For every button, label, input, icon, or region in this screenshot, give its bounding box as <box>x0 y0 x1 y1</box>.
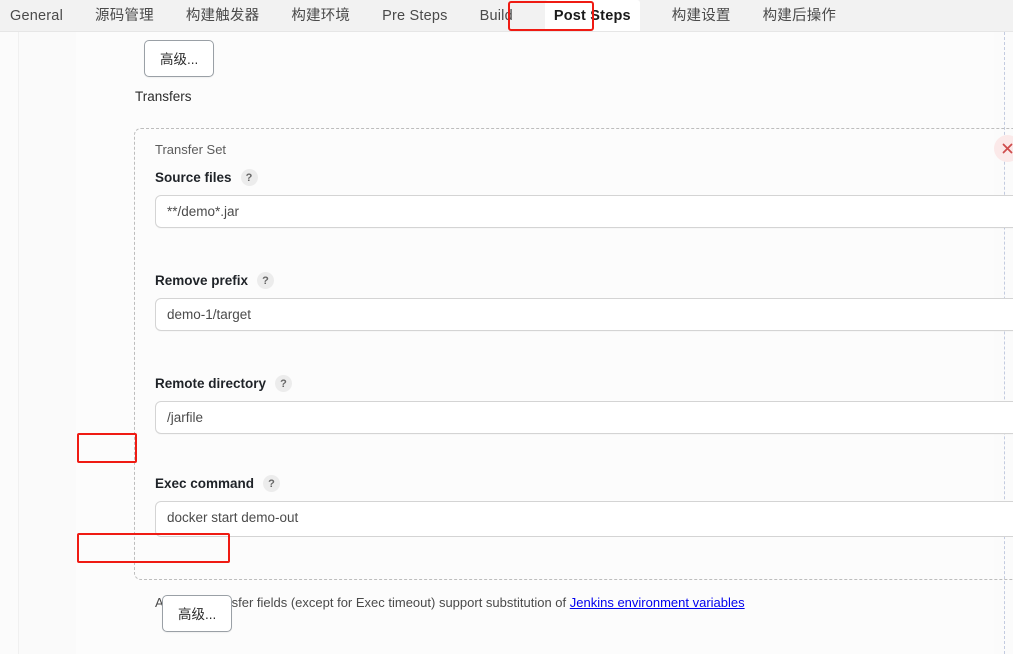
help-icon[interactable]: ? <box>275 375 293 392</box>
advanced-button-bottom[interactable]: 高级... <box>162 595 233 632</box>
field-remote-directory: Remote directory ? <box>155 375 1013 434</box>
field-label-text: Source files <box>155 170 232 185</box>
field-label-exec-command: Exec command ? <box>155 475 1013 492</box>
tab-general[interactable]: General <box>10 0 63 32</box>
help-icon[interactable]: ? <box>240 169 258 186</box>
page-body: 高级... Transfers Transfer Set Source file… <box>0 32 1013 654</box>
transfer-set-title: Transfer Set <box>155 142 227 157</box>
transfer-fields-note: All of the transfer fields (except for E… <box>155 595 745 610</box>
tab-source-management[interactable]: 源码管理 <box>95 0 154 32</box>
help-icon[interactable]: ? <box>257 272 275 289</box>
field-exec-command: Exec command ? docker start demo-out <box>155 475 1013 542</box>
transfers-section-label: Transfers <box>135 89 192 104</box>
tab-pre-steps[interactable]: Pre Steps <box>382 0 447 32</box>
form-inner-area: 高级... Transfers Transfer Set Source file… <box>76 32 1013 654</box>
close-icon[interactable] <box>994 135 1013 162</box>
tab-build[interactable]: Build <box>480 0 513 32</box>
source-files-input[interactable] <box>155 195 1013 228</box>
field-remove-prefix: Remove prefix ? <box>155 272 1013 331</box>
tab-post-build-actions[interactable]: 构建后操作 <box>763 0 837 32</box>
field-label-text: Remove prefix <box>155 273 249 288</box>
remote-directory-input[interactable] <box>155 401 1013 434</box>
jenkins-env-vars-link[interactable]: Jenkins environment variables <box>570 595 745 610</box>
field-label-source-files: Source files ? <box>155 169 1013 186</box>
transfer-set-box: Transfer Set Source files ? Remove prefi… <box>134 128 1013 610</box>
tab-build-settings[interactable]: 构建设置 <box>672 0 731 32</box>
field-label-remote-directory: Remote directory ? <box>155 375 1013 392</box>
tab-build-triggers[interactable]: 构建触发器 <box>186 0 260 32</box>
form-panel: 高级... Transfers Transfer Set Source file… <box>18 32 1013 654</box>
field-label-remove-prefix: Remove prefix ? <box>155 272 1013 289</box>
field-label-text: Remote directory <box>155 376 267 391</box>
tab-post-steps[interactable]: Post Steps <box>544 0 640 31</box>
exec-command-textarea[interactable]: docker start demo-out <box>155 501 1013 537</box>
remove-prefix-input[interactable] <box>155 298 1013 331</box>
field-label-text: Exec command <box>155 476 255 491</box>
tab-build-environment[interactable]: 构建环境 <box>291 0 350 32</box>
advanced-button-top[interactable]: 高级... <box>144 40 215 77</box>
field-source-files: Source files ? <box>155 169 1013 228</box>
help-icon[interactable]: ? <box>263 475 281 492</box>
tab-bar: General 源码管理 构建触发器 构建环境 Pre Steps Build … <box>0 0 1013 32</box>
